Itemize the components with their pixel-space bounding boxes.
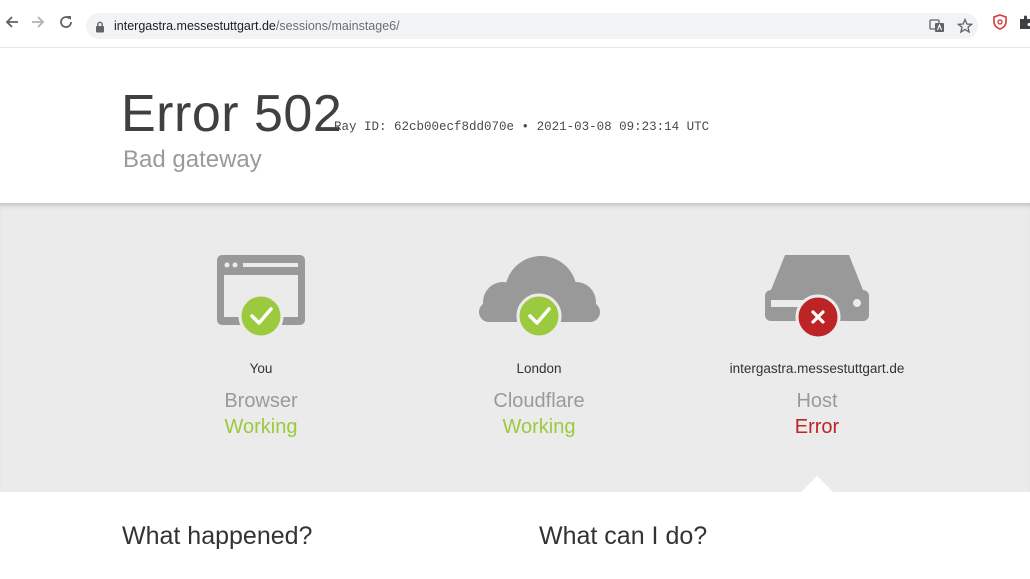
error-timestamp: 2021-03-08 09:23:14 UTC: [536, 120, 710, 134]
error-code-heading: Error 502: [121, 85, 343, 143]
status-location-host: intergastra.messestuttgart.de: [729, 361, 905, 376]
forward-icon[interactable]: [28, 14, 48, 34]
ray-id: Ray ID: 62cb00ecf8dd070e: [334, 120, 515, 134]
status-band: [0, 203, 1030, 492]
status-location-cloudflare: London: [516, 361, 562, 376]
check-badge: [238, 293, 284, 339]
reload-icon[interactable]: [56, 14, 76, 34]
error-badge-icon: [795, 294, 841, 340]
status-location-browser: You: [249, 361, 273, 376]
browser-toolbar: intergastra.messestuttgart.de/sessions/m…: [0, 0, 1030, 48]
status-state-host: Error: [794, 416, 840, 438]
lock-icon[interactable]: [95, 20, 105, 38]
check-badge: [516, 293, 562, 339]
status-state-cloudflare: Working: [502, 416, 576, 438]
url-host: intergastra.messestuttgart.de: [114, 19, 276, 33]
separator-bullet: •: [521, 120, 530, 134]
what-can-i-do-heading: What can I do?: [539, 522, 708, 550]
status-kind-browser: Browser: [224, 390, 298, 412]
cloud-icon: [479, 256, 600, 339]
star-icon[interactable]: [956, 17, 974, 34]
translate-icon[interactable]: [929, 18, 945, 34]
status-state-browser: Working: [224, 416, 298, 438]
browser-window-icon: [217, 255, 305, 339]
address-bar[interactable]: intergastra.messestuttgart.de/sessions/m…: [86, 13, 978, 39]
host-pointer-arrow: [800, 476, 834, 493]
ray-id-line: Ray ID: 62cb00ecf8dd070e • 2021-03-08 09…: [334, 120, 709, 134]
url-text[interactable]: intergastra.messestuttgart.de/sessions/m…: [114, 19, 400, 33]
status-kind-host: Host: [796, 390, 838, 412]
error-subtitle: Bad gateway: [123, 146, 262, 173]
extensions-puzzle-icon[interactable]: [1016, 14, 1030, 34]
extension-shield-icon[interactable]: [990, 14, 1010, 34]
url-path: /sessions/mainstage6/: [275, 19, 400, 33]
status-cloudflare: [389, 250, 689, 342]
status-browser: [111, 250, 411, 342]
back-icon[interactable]: [2, 14, 22, 34]
status-kind-cloudflare: Cloudflare: [493, 390, 585, 412]
what-happened-heading: What happened?: [122, 522, 313, 550]
